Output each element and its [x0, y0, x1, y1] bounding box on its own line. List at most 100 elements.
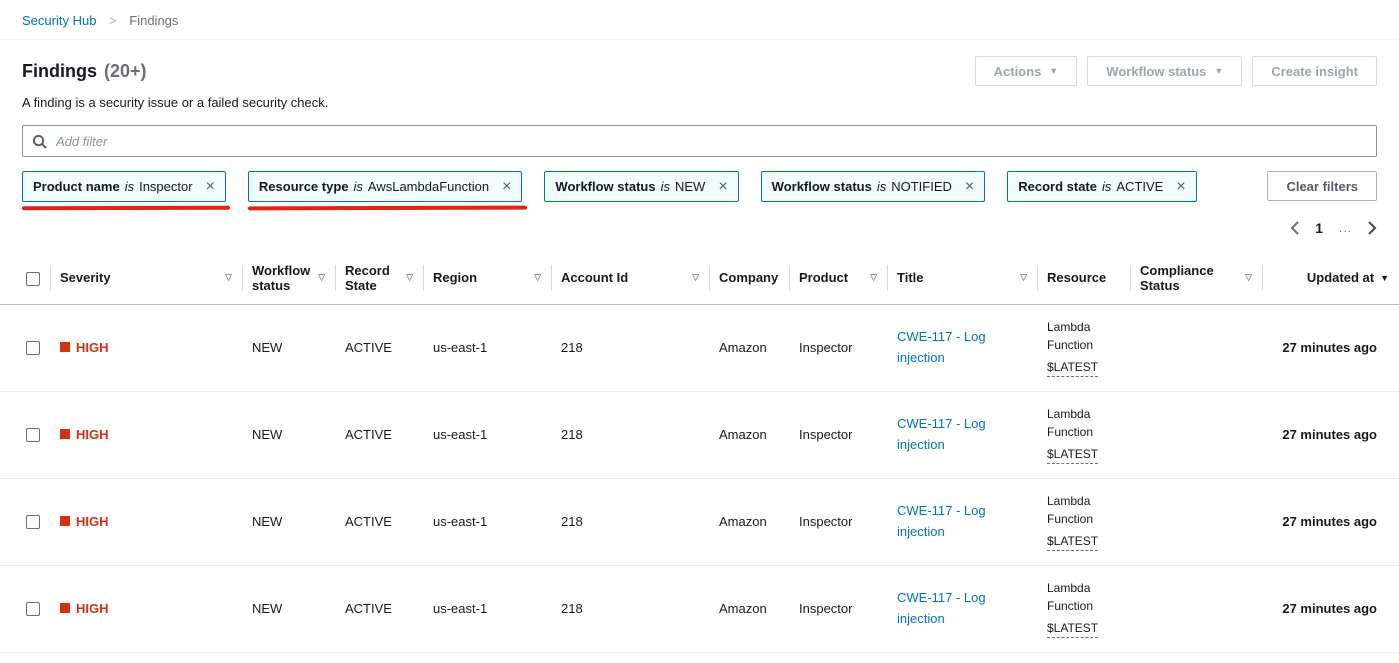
- column-header-region[interactable]: Region ▽: [423, 252, 551, 304]
- breadcrumb-current-findings: Findings: [129, 13, 178, 28]
- finding-title-link[interactable]: CWE-117 - Log injection: [897, 501, 1027, 543]
- column-header-record-state[interactable]: Record State▽: [335, 252, 423, 304]
- page-title-text: Findings: [22, 61, 97, 81]
- column-header-workflow-status[interactable]: Workflow status ▽: [242, 252, 335, 304]
- column-header-product[interactable]: Product ▽: [789, 252, 887, 304]
- row-checkbox[interactable]: [26, 428, 40, 442]
- resource-type: Lambda Function: [1047, 405, 1120, 442]
- clear-filters-button[interactable]: Clear filters: [1267, 171, 1377, 201]
- sort-icon[interactable]: ▽: [318, 272, 325, 283]
- sort-icon[interactable]: ▽: [1245, 272, 1252, 283]
- remove-filter-icon[interactable]: ×: [1176, 181, 1185, 193]
- sort-icon[interactable]: ▽: [406, 272, 413, 283]
- region-cell: us-east-1: [423, 391, 551, 478]
- page-header: Findings (20+) Actions ▼ Workflow status…: [0, 40, 1399, 86]
- filter-chip-field: Record state: [1018, 179, 1097, 194]
- column-header-resource: Resource: [1037, 252, 1130, 304]
- severity-label: HIGH: [76, 601, 109, 616]
- header-actions: Actions ▼ Workflow status ▼ Create insig…: [975, 56, 1377, 86]
- findings-table: Severity▽ Workflow status ▽ Record State▽…: [0, 252, 1399, 653]
- create-insight-button-label: Create insight: [1271, 64, 1358, 79]
- remove-filter-icon[interactable]: ×: [206, 181, 215, 193]
- sort-icon[interactable]: ▽: [1020, 272, 1027, 283]
- severity-label: HIGH: [76, 340, 109, 355]
- account-id-cell: 218: [551, 565, 709, 652]
- remove-filter-icon[interactable]: ×: [502, 181, 511, 193]
- severity-high-icon: [60, 516, 70, 526]
- severity-high-icon: [60, 342, 70, 352]
- row-checkbox-cell: [0, 478, 50, 565]
- pagination-prev-icon[interactable]: [1290, 221, 1299, 235]
- column-header-updated-at[interactable]: Updated at▼: [1262, 252, 1399, 304]
- filter-chip-operator: is: [877, 179, 886, 194]
- updated-at-cell: 27 minutes ago: [1262, 391, 1399, 478]
- resource-name[interactable]: $LATEST: [1047, 532, 1098, 552]
- remove-filter-icon[interactable]: ×: [965, 181, 974, 193]
- resource-type: Lambda Function: [1047, 579, 1120, 616]
- compliance-status-cell: [1130, 478, 1262, 565]
- filter-chip-operator: is: [125, 179, 134, 194]
- finding-title-link[interactable]: CWE-117 - Log injection: [897, 327, 1027, 369]
- add-filter-input[interactable]: [54, 133, 1367, 150]
- breadcrumb-link-security-hub[interactable]: Security Hub: [22, 13, 96, 28]
- filter-chip: Workflow status is NOTIFIED ×: [761, 171, 986, 202]
- resource-cell: Lambda Function $LATEST: [1037, 391, 1130, 478]
- account-id-cell: 218: [551, 304, 709, 391]
- severity-label: HIGH: [76, 514, 109, 529]
- column-label: Product: [799, 270, 848, 285]
- column-label: Account Id: [561, 270, 628, 285]
- filter-chip-operator: is: [1102, 179, 1111, 194]
- row-checkbox[interactable]: [26, 602, 40, 616]
- sort-icon[interactable]: ▽: [225, 272, 232, 283]
- pagination-page-1[interactable]: 1: [1315, 220, 1323, 236]
- actions-button[interactable]: Actions ▼: [975, 56, 1078, 86]
- breadcrumb-separator-icon: >: [109, 13, 117, 28]
- select-all-checkbox[interactable]: [26, 272, 40, 286]
- create-insight-button[interactable]: Create insight: [1252, 56, 1377, 86]
- resource-type: Lambda Function: [1047, 318, 1120, 355]
- workflow-status-cell: NEW: [242, 565, 335, 652]
- company-cell: Amazon: [709, 478, 789, 565]
- row-checkbox[interactable]: [26, 341, 40, 355]
- severity-cell: HIGH: [50, 304, 242, 391]
- column-header-title[interactable]: Title ▽: [887, 252, 1037, 304]
- product-cell: Inspector: [789, 478, 887, 565]
- column-header-account-id[interactable]: Account Id ▽: [551, 252, 709, 304]
- pagination-ellipsis: ...: [1339, 221, 1352, 235]
- remove-filter-icon[interactable]: ×: [718, 181, 727, 193]
- column-label: Workflow status: [252, 263, 312, 293]
- title-cell: CWE-117 - Log injection: [887, 478, 1037, 565]
- resource-name[interactable]: $LATEST: [1047, 358, 1098, 378]
- sort-icon[interactable]: ▽: [534, 272, 541, 283]
- column-label: Region: [433, 270, 477, 285]
- account-id-cell: 218: [551, 478, 709, 565]
- sort-descending-icon[interactable]: ▼: [1380, 273, 1389, 283]
- resource-name[interactable]: $LATEST: [1047, 619, 1098, 639]
- title-cell: CWE-117 - Log injection: [887, 565, 1037, 652]
- row-checkbox[interactable]: [26, 515, 40, 529]
- compliance-status-cell: [1130, 565, 1262, 652]
- column-header-compliance-status[interactable]: Compliance Status▽: [1130, 252, 1262, 304]
- filter-search-box[interactable]: [22, 125, 1377, 157]
- region-cell: us-east-1: [423, 304, 551, 391]
- record-state-cell: ACTIVE: [335, 391, 423, 478]
- finding-title-link[interactable]: CWE-117 - Log injection: [897, 588, 1027, 630]
- resource-cell: Lambda Function $LATEST: [1037, 304, 1130, 391]
- filter-chips: Product name is Inspector × Resource typ…: [22, 171, 1247, 202]
- resource-name[interactable]: $LATEST: [1047, 445, 1098, 465]
- workflow-status-button[interactable]: Workflow status ▼: [1087, 56, 1242, 86]
- filter-chip: Product name is Inspector ×: [22, 171, 226, 202]
- sort-icon[interactable]: ▽: [870, 272, 877, 283]
- severity-cell: HIGH: [50, 478, 242, 565]
- sort-icon[interactable]: ▽: [692, 272, 699, 283]
- compliance-status-cell: [1130, 304, 1262, 391]
- pagination-next-icon[interactable]: [1368, 221, 1377, 235]
- finding-title-link[interactable]: CWE-117 - Log injection: [897, 414, 1027, 456]
- findings-count: (20+): [104, 61, 147, 81]
- company-cell: Amazon: [709, 391, 789, 478]
- select-all-header-cell: [0, 252, 50, 304]
- column-label: Title: [897, 270, 924, 285]
- column-header-severity[interactable]: Severity▽: [50, 252, 242, 304]
- finding-row: HIGH NEW ACTIVE us-east-1 218 Amazon Ins…: [0, 478, 1399, 565]
- resource-cell: Lambda Function $LATEST: [1037, 565, 1130, 652]
